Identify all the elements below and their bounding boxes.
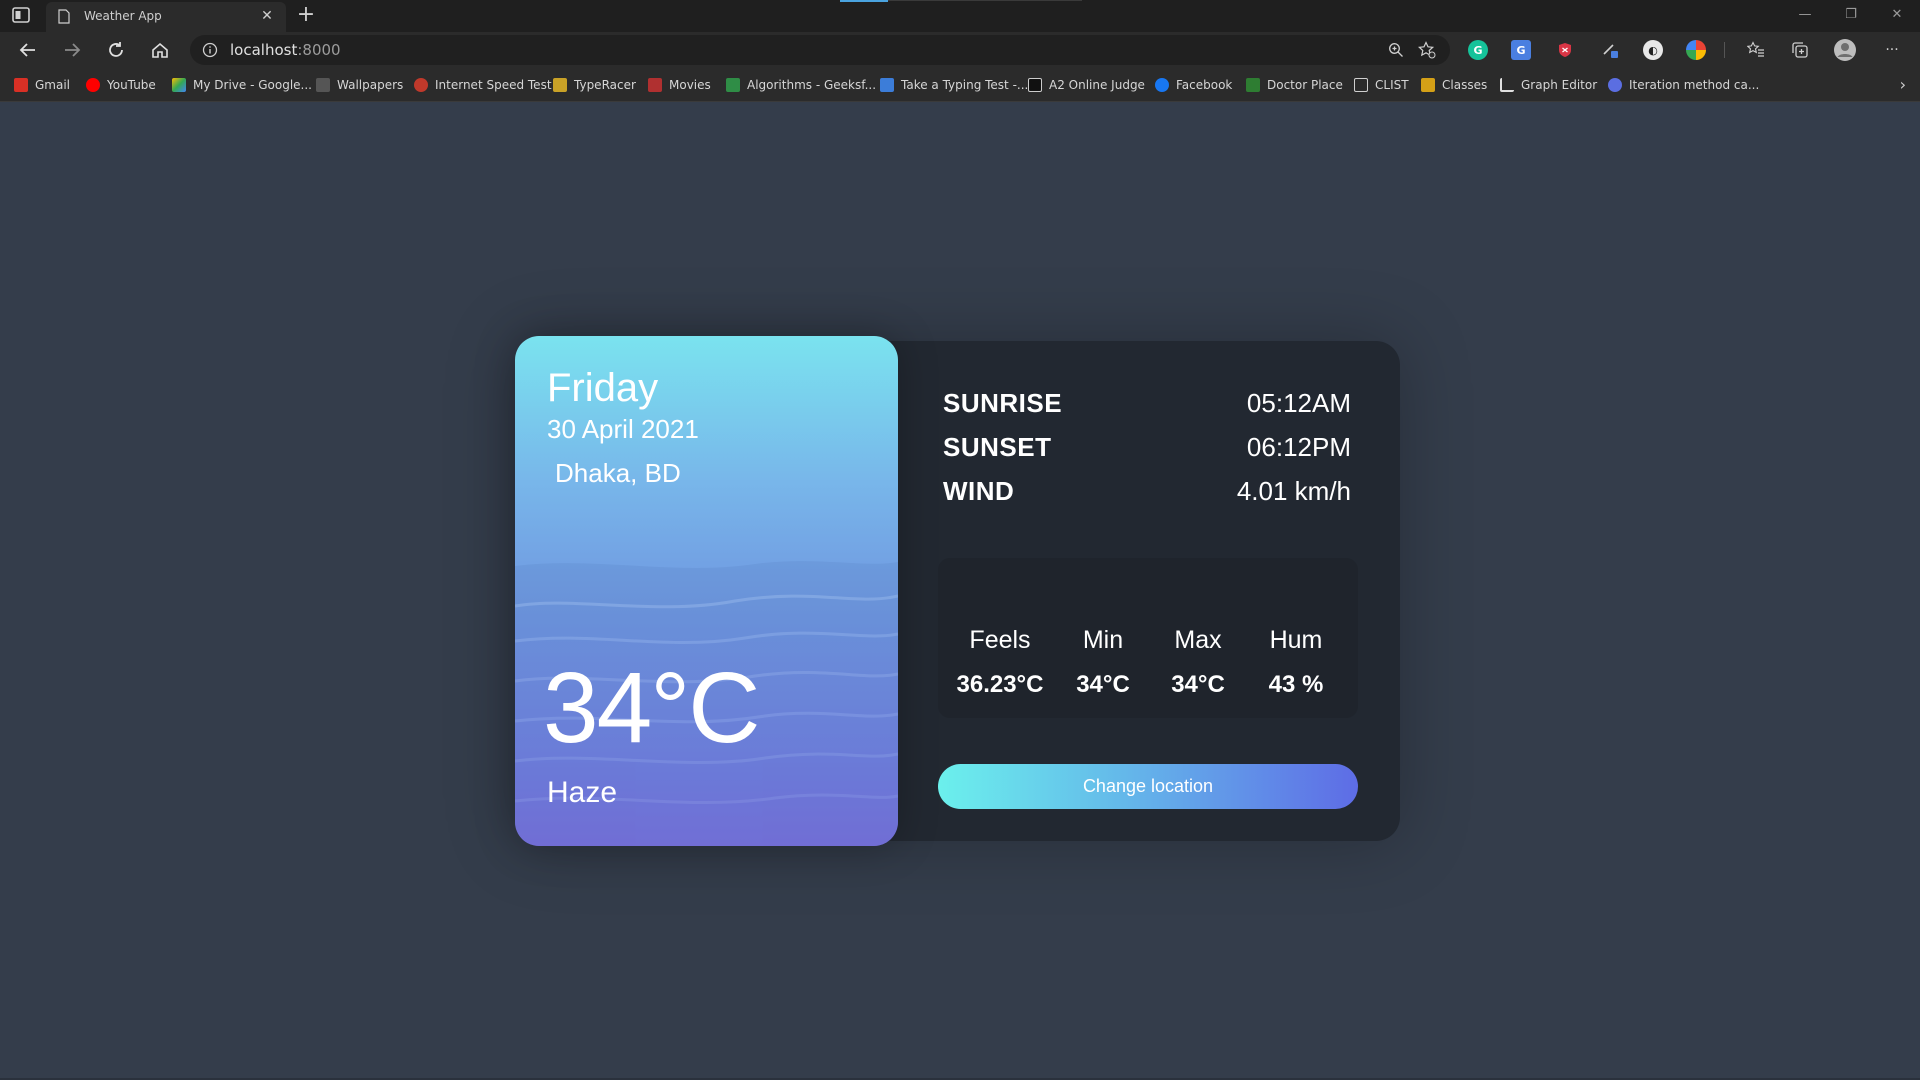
humidity-value: 43 %: [1268, 671, 1324, 698]
tab-strip-indicator: [840, 0, 888, 2]
add-favorite-icon[interactable]: [1417, 41, 1436, 63]
bookmark-item[interactable]: Internet Speed Test: [414, 74, 552, 96]
speedometer-icon: [414, 78, 428, 92]
address-text[interactable]: localhost:8000: [230, 41, 341, 59]
youtube-icon: [86, 78, 100, 92]
wind-row: WIND 4.01 km/h: [943, 476, 1351, 512]
wallpapers-icon: [316, 78, 330, 92]
bookmarks-bar: Gmail YouTube My Drive - Google... Wallp…: [0, 68, 1920, 102]
bookmark-item[interactable]: A2 Online Judge: [1028, 74, 1145, 96]
bookmark-item[interactable]: Movies: [648, 74, 711, 96]
classes-icon: [1421, 78, 1435, 92]
home-icon[interactable]: [146, 36, 174, 64]
max-stat: Max 34°C: [1148, 626, 1248, 699]
address-bar[interactable]: localhost:8000: [190, 35, 1450, 65]
facebook-icon: [1155, 78, 1169, 92]
collections-icon[interactable]: [1788, 38, 1812, 62]
humidity-stat: Hum 43 %: [1246, 626, 1346, 699]
doctor-place-icon: [1246, 78, 1260, 92]
browser-toolbar: localhost:8000 G G ◐ ···: [0, 32, 1920, 68]
min-stat: Min 34°C: [1053, 626, 1153, 699]
zoom-icon[interactable]: [1388, 42, 1404, 62]
day-label: Friday: [547, 366, 659, 410]
sunset-value: 06:12PM: [1246, 432, 1351, 462]
close-window-icon[interactable]: ✕: [1882, 4, 1912, 26]
max-value: 34°C: [1171, 671, 1225, 698]
google-drive-icon: [172, 78, 186, 92]
bookmark-item[interactable]: Gmail: [14, 74, 70, 96]
tab-actions-icon[interactable]: [12, 7, 34, 25]
a2-judge-icon: [1028, 78, 1042, 92]
min-value: 34°C: [1076, 671, 1130, 698]
bookmark-item[interactable]: Iteration method ca...: [1608, 74, 1759, 96]
min-label: Min: [1082, 626, 1124, 654]
bookmark-item[interactable]: My Drive - Google...: [172, 74, 312, 96]
wind-value: 4.01 km/h: [1236, 476, 1351, 506]
bookmark-item[interactable]: Facebook: [1155, 74, 1232, 96]
reload-icon[interactable]: [102, 36, 130, 64]
bookmark-item[interactable]: Wallpapers: [316, 74, 403, 96]
site-info-icon[interactable]: [202, 42, 218, 62]
max-label: Max: [1174, 626, 1222, 654]
grammarly-icon[interactable]: G: [1468, 40, 1488, 60]
close-tab-icon[interactable]: ✕: [258, 7, 276, 25]
pen-extension-icon[interactable]: [1600, 40, 1620, 60]
temperature-value: 34°C: [543, 652, 760, 764]
shield-extension-icon[interactable]: [1555, 40, 1575, 60]
back-icon[interactable]: [14, 36, 42, 64]
date-label: 30 April 2021: [547, 414, 699, 444]
sunrise-row: SUNRISE 05:12AM: [943, 388, 1351, 424]
sunset-label: SUNSET: [943, 432, 1052, 462]
movies-icon: [648, 78, 662, 92]
bookmark-item[interactable]: Algorithms - Geeksf...: [726, 74, 876, 96]
weather-condition: Haze: [547, 776, 618, 809]
geeksforgeeks-icon: [726, 78, 740, 92]
weather-summary-panel: Friday 30 April 2021 Dhaka, BD 34°C Haze: [515, 336, 898, 846]
bookmark-item[interactable]: Graph Editor: [1500, 74, 1597, 96]
bookmark-item[interactable]: CLIST: [1354, 74, 1409, 96]
profile-avatar-icon[interactable]: [1833, 38, 1857, 62]
restore-icon[interactable]: ❐: [1836, 4, 1866, 26]
bookmark-item[interactable]: YouTube: [86, 74, 156, 96]
gmail-icon: [14, 78, 28, 92]
typing-test-icon: [880, 78, 894, 92]
color-extension-icon[interactable]: [1686, 40, 1706, 60]
page-icon: [1354, 78, 1368, 92]
feels-stat: Feels 36.23°C: [950, 626, 1050, 699]
humidity-label: Hum: [1269, 626, 1323, 654]
graph-editor-icon: [1500, 78, 1514, 92]
bookmark-item[interactable]: TypeRacer: [553, 74, 636, 96]
typeracer-icon: [553, 78, 567, 92]
more-options-icon[interactable]: ···: [1880, 38, 1904, 62]
wind-label: WIND: [943, 476, 1015, 506]
bookmark-item[interactable]: Classes: [1421, 74, 1487, 96]
bookmark-item[interactable]: Take a Typing Test -...: [880, 74, 1028, 96]
iteration-method-icon: [1608, 78, 1622, 92]
weather-stats-panel: Feels 36.23°C Min 34°C Max 34°C Hum 43 %: [938, 558, 1358, 718]
location-label: Dhaka, BD: [555, 458, 681, 488]
new-tab-icon[interactable]: +: [294, 4, 318, 28]
forward-icon[interactable]: [58, 36, 86, 64]
sunrise-label: SUNRISE: [943, 388, 1063, 418]
browser-tab-bar: Weather App ✕ + — ❐ ✕: [0, 0, 1920, 32]
change-location-button[interactable]: Change location: [938, 764, 1358, 809]
feels-label: Feels: [969, 626, 1031, 654]
minimize-icon[interactable]: —: [1790, 4, 1820, 26]
dark-mode-icon[interactable]: ◐: [1643, 40, 1663, 60]
favorites-icon[interactable]: [1744, 38, 1768, 62]
page-icon: [58, 9, 70, 28]
chevron-right-icon[interactable]: ›: [1900, 75, 1906, 94]
toolbar-divider: [1724, 42, 1725, 58]
sunset-row: SUNSET 06:12PM: [943, 432, 1351, 468]
translate-icon[interactable]: G: [1511, 40, 1531, 60]
feels-value: 36.23°C: [956, 671, 1044, 698]
tab-weather-app[interactable]: Weather App ✕: [46, 2, 286, 32]
bookmark-item[interactable]: Doctor Place: [1246, 74, 1343, 96]
tab-strip-divider: [888, 0, 1082, 1]
tab-title: Weather App: [84, 9, 162, 23]
sunrise-value: 05:12AM: [1246, 388, 1351, 418]
